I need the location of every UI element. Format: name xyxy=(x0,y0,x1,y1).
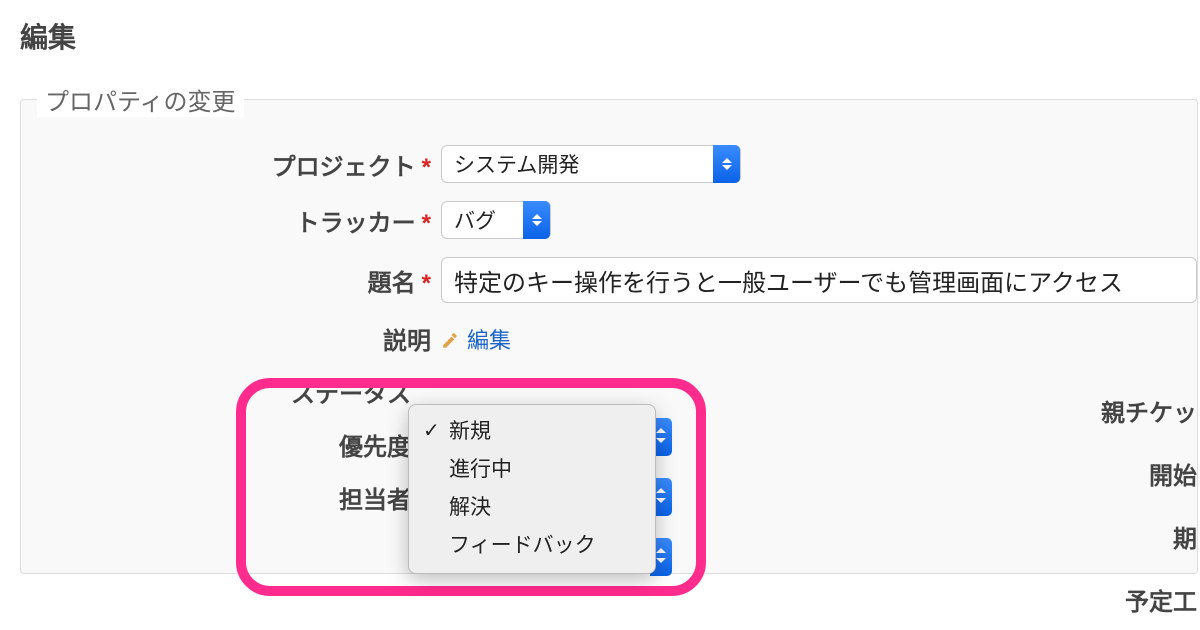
label-tracker: トラッカー* xyxy=(21,203,441,238)
status-option-resolved[interactable]: 解決 xyxy=(409,487,655,525)
label-assignee: 担当者 xyxy=(21,480,421,515)
status-option-new[interactable]: 新規 xyxy=(409,411,655,449)
label-due-date: 期 xyxy=(1173,519,1197,554)
row-tracker: トラッカー* バグ xyxy=(21,201,1197,239)
project-select-value: システム開発 xyxy=(442,149,591,179)
label-status: ステータス xyxy=(21,374,421,409)
label-start-date: 開始 xyxy=(1149,456,1197,491)
tracker-select-value: バグ xyxy=(442,205,508,235)
required-mark: * xyxy=(422,210,431,237)
row-subject: 題名* xyxy=(21,257,1197,303)
row-description: 説明 編集 xyxy=(21,321,1197,356)
description-edit-text: 編集 xyxy=(467,323,511,355)
required-mark: * xyxy=(422,270,431,297)
dropdown-arrows-icon xyxy=(523,201,550,239)
project-select[interactable]: システム開発 xyxy=(441,145,741,183)
status-option-in-progress[interactable]: 進行中 xyxy=(409,449,655,487)
pencil-icon xyxy=(441,330,459,348)
label-subject: 題名* xyxy=(21,263,441,298)
status-option-feedback[interactable]: フィードバック xyxy=(409,525,655,563)
dropdown-arrows-icon xyxy=(713,145,740,183)
description-edit-link[interactable]: 編集 xyxy=(441,323,511,355)
fieldset-legend: プロパティの変更 xyxy=(37,82,244,117)
tracker-select[interactable]: バグ xyxy=(441,201,551,239)
label-priority: 優先度 xyxy=(21,427,421,462)
label-estimated: 予定工 xyxy=(1125,582,1197,617)
label-project: プロジェクト* xyxy=(21,147,441,182)
subject-input[interactable] xyxy=(441,257,1197,303)
page-title: 編集 xyxy=(20,16,1200,56)
label-parent-ticket: 親チケッ xyxy=(1101,393,1197,428)
required-mark: * xyxy=(422,154,431,181)
label-description: 説明 xyxy=(21,321,441,356)
row-project: プロジェクト* システム開発 xyxy=(21,145,1197,183)
status-dropdown-menu: 新規 進行中 解決 フィードバック xyxy=(408,404,656,574)
right-column-labels: 親チケッ 開始 期 予定工 xyxy=(1101,393,1197,617)
